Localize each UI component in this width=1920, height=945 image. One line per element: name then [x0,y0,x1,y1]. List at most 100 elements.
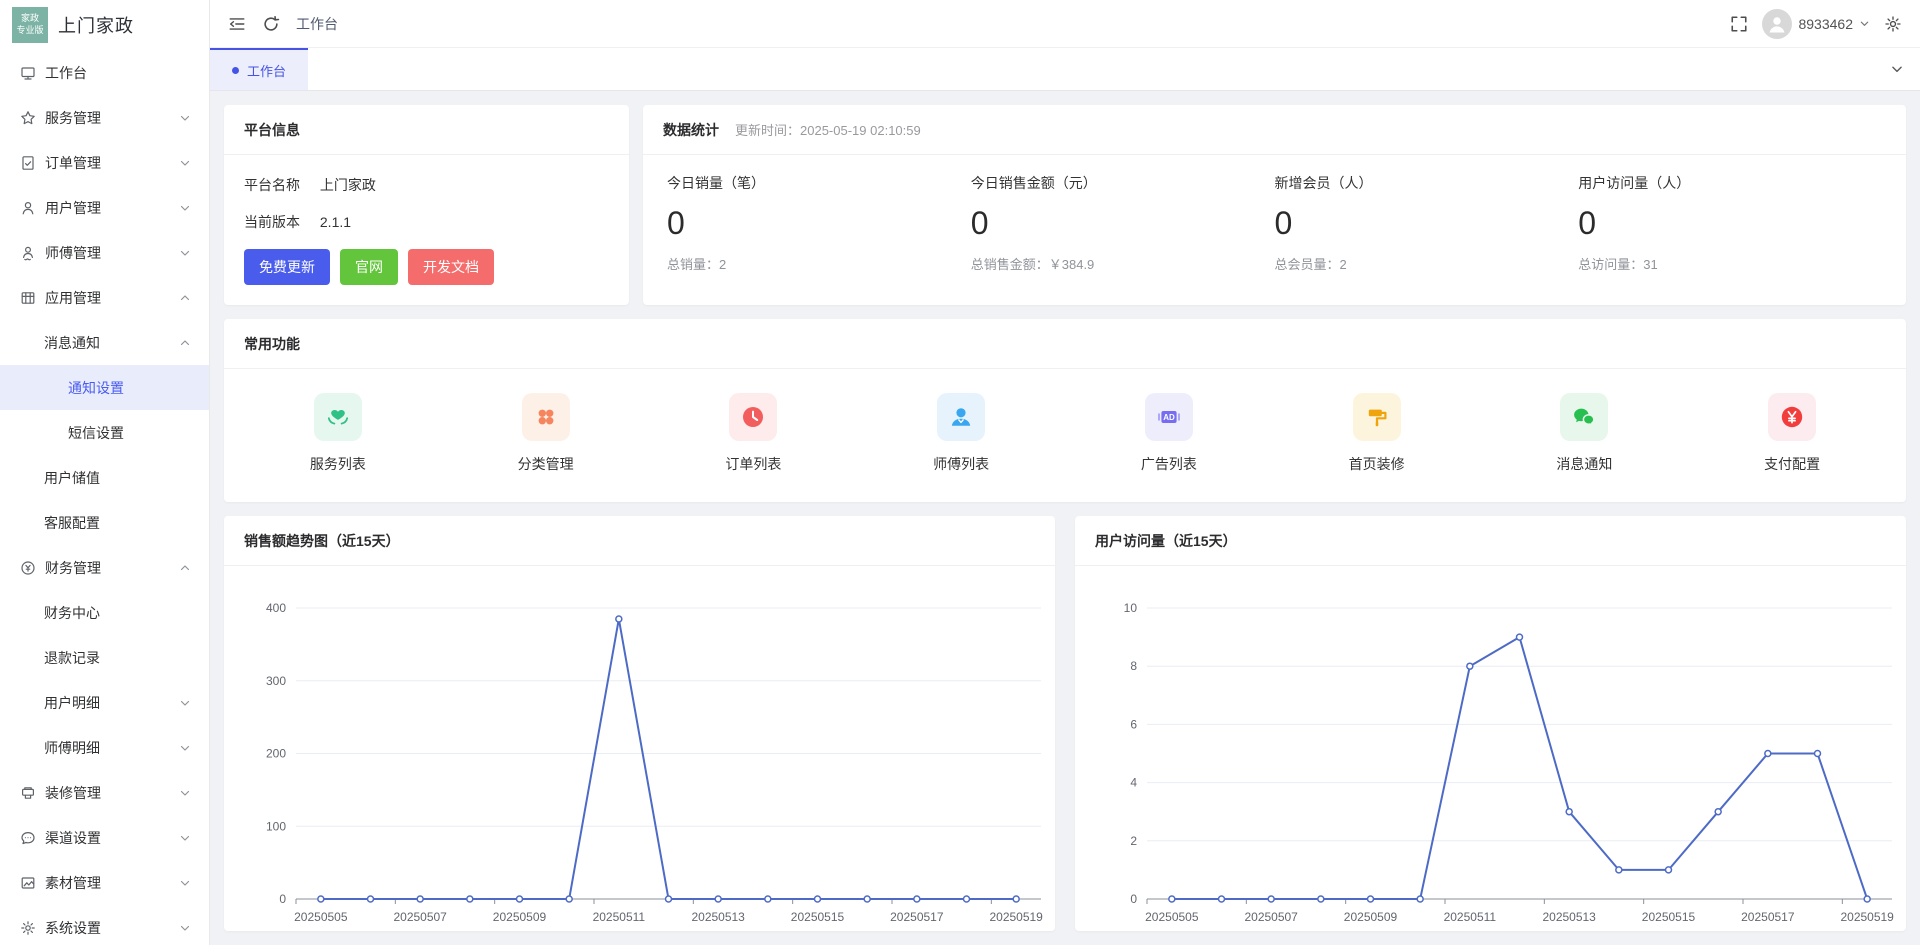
svg-text:20250511: 20250511 [593,910,646,924]
roller-icon [1353,393,1401,441]
stat-total: 总访问量：31 [1578,254,1882,273]
svg-text:2: 2 [1130,834,1137,848]
finance-mgmt-icon [20,560,36,576]
app-mgmt-icon [20,290,36,306]
stat-value: 0 [667,205,971,242]
line-chart-svg: 0100200300400202505052025050720250509202… [238,592,1055,931]
svg-text:20250507: 20250507 [393,910,447,924]
sidebar-item-user-mgmt[interactable]: 用户管理 [0,185,209,230]
platform-name-label: 平台名称 [244,177,300,193]
username: 8933462 [1798,16,1853,32]
sidebar-item-service-mgmt[interactable]: 服务管理 [0,95,209,140]
sidebar-item-order-mgmt[interactable]: 订单管理 [0,140,209,185]
tabbar: 工作台 [210,48,1920,91]
stat-label: 今日销量（笔） [667,173,971,193]
sidebar-item-sms-settings[interactable]: 短信设置 [0,410,209,455]
quick-item-order-list[interactable]: 订单列表 [650,393,858,474]
stat-value: 0 [1275,205,1579,242]
sidebar-item-app-mgmt[interactable]: 应用管理 [0,275,209,320]
stat-new-members: 新增会员（人） 0 总会员量：2 [1275,173,1579,273]
sidebar-item-cs-config[interactable]: 客服配置 [0,500,209,545]
sidebar-item-user-stored-value[interactable]: 用户储值 [0,455,209,500]
sidebar-item-label: 客服配置 [44,513,191,533]
chevron-up-icon [179,337,191,349]
chevron-up-icon [179,292,191,304]
sidebar-item-message-notify[interactable]: 消息通知 [0,320,209,365]
chevron-down-icon [179,787,191,799]
chevron-down-icon [179,202,191,214]
chevron-down-icon [179,157,191,169]
sidebar-item-decoration-mgmt[interactable]: 装修管理 [0,770,209,815]
chevron-down-icon [179,247,191,259]
line-chart-svg: 0246810202505052025050720250509202505112… [1089,592,1906,931]
sidebar-item-user-detail[interactable]: 用户明细 [0,680,209,725]
active-tab-dot-icon [232,67,239,74]
quick-item-master-list[interactable]: 师傅列表 [857,393,1065,474]
sidebar-item-master-mgmt[interactable]: 师傅管理 [0,230,209,275]
sidebar-item-finance-center[interactable]: 财务中心 [0,590,209,635]
svg-text:20250519: 20250519 [1840,910,1894,924]
statistics-title: 数据统计 [663,120,719,140]
fullscreen-icon[interactable] [1730,15,1748,33]
svg-text:20250505: 20250505 [1145,910,1199,924]
quick-item-home-decoration[interactable]: 首页装修 [1273,393,1481,474]
chevron-down-icon [179,922,191,934]
tab-options-chevron-icon[interactable] [1890,62,1904,76]
system-settings-icon [20,920,36,936]
user-menu[interactable]: 8933462 [1762,9,1870,39]
tab-workbench[interactable]: 工作台 [210,48,308,90]
yen-icon [1768,393,1816,441]
quick-item-payment-config[interactable]: 支付配置 [1688,393,1896,474]
sidebar-item-finance-mgmt[interactable]: 财务管理 [0,545,209,590]
workbench-icon [20,65,36,81]
person-icon [937,393,985,441]
quick-item-label: 服务列表 [310,454,366,474]
sidebar-item-refund-records[interactable]: 退款记录 [0,635,209,680]
svg-text:20250519: 20250519 [989,910,1043,924]
sidebar-item-label: 通知设置 [68,378,191,398]
ad-icon: AD [1145,393,1193,441]
sidebar-item-notify-settings[interactable]: 通知设置 [0,365,209,410]
sidebar-item-material-mgmt[interactable]: 素材管理 [0,860,209,905]
sidebar-item-workbench[interactable]: 工作台 [0,50,209,95]
platform-buttons-row: 免费更新官网开发文档 [244,249,609,285]
dev-docs-button[interactable]: 开发文档 [408,249,494,285]
sales-trend-chart: 0100200300400202505052025050720250509202… [224,566,1055,931]
quick-item-label: 首页装修 [1349,454,1405,474]
avatar[interactable] [1762,9,1792,39]
stat-total: 总销量：2 [667,254,971,273]
decoration-mgmt-icon [20,785,36,801]
main-column: 工作台 8933462 [210,0,1920,945]
quick-item-ad-list[interactable]: AD 广告列表 [1065,393,1273,474]
svg-text:8: 8 [1130,659,1137,673]
app-root: 家政 专业版 上门家政 工作台服务管理订单管理用户管理师傅管理应用管理消息通知通… [0,0,1920,945]
quick-functions-title: 常用功能 [224,319,1906,369]
stat-total: 总会员量：2 [1275,254,1579,273]
settings-gear-icon[interactable] [1884,15,1902,33]
svg-text:20250517: 20250517 [1741,910,1795,924]
quick-item-label: 订单列表 [725,454,781,474]
sidebar-item-system-settings[interactable]: 系统设置 [0,905,209,945]
quick-item-message-notify[interactable]: 消息通知 [1481,393,1689,474]
sidebar-menu: 工作台服务管理订单管理用户管理师傅管理应用管理消息通知通知设置短信设置用户储值客… [0,50,209,945]
sidebar-item-master-detail[interactable]: 师傅明细 [0,725,209,770]
free-update-button[interactable]: 免费更新 [244,249,330,285]
quick-item-service-list[interactable]: 服务列表 [234,393,442,474]
quick-item-category-mgmt[interactable]: 分类管理 [442,393,650,474]
material-mgmt-icon [20,875,36,891]
visits-chart-card: 用户访问量（近15天） 0246810202505052025050720250… [1075,516,1906,931]
svg-text:6: 6 [1130,717,1137,731]
collapse-menu-icon[interactable] [228,15,246,33]
chevron-down-icon [179,112,191,124]
official-site-button[interactable]: 官网 [340,249,398,285]
quick-item-label: 消息通知 [1556,454,1612,474]
quick-item-label: 师傅列表 [933,454,989,474]
sidebar-item-label: 用户储值 [44,468,191,488]
platform-info-card: 平台信息 平台名称 上门家政 当前版本 2.1.1 免费更新官网开发文档 [224,105,629,305]
svg-text:20250507: 20250507 [1244,910,1298,924]
refresh-icon[interactable] [262,15,280,33]
sidebar-item-label: 退款记录 [44,648,191,668]
chevron-down-icon [179,832,191,844]
sidebar-item-channel-settings[interactable]: 渠道设置 [0,815,209,860]
svg-text:0: 0 [279,892,286,906]
